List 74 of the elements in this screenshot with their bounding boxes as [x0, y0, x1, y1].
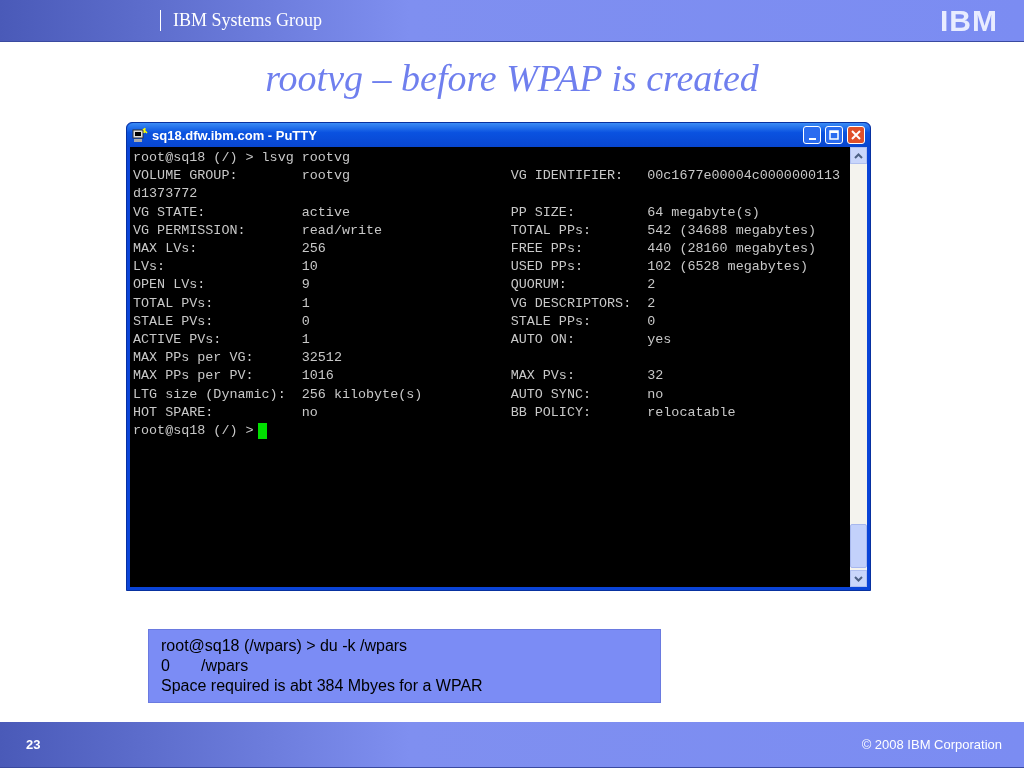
terminal-text: LVs: — [133, 258, 166, 277]
scroll-up-button[interactable] — [850, 147, 867, 164]
terminal-text: MAX PVs: — [510, 367, 575, 386]
terminal-text: no — [301, 403, 318, 422]
terminal-text: PP SIZE: — [510, 203, 575, 222]
note-line: root@sq18 (/wpars) > du -k /wpars — [161, 636, 409, 656]
terminal-text: TOTAL PPs: — [510, 221, 591, 240]
terminal-text: TOTAL PVs: — [133, 294, 214, 313]
terminal-text: 9 — [301, 276, 310, 295]
terminal-text: AUTO ON: — [510, 331, 575, 350]
terminal-text: 64 megabyte(s) — [647, 203, 760, 222]
terminal-text: 0 — [301, 312, 310, 331]
terminal-text: 1 — [301, 294, 310, 313]
close-button[interactable] — [847, 126, 865, 144]
terminal-text: 2 — [647, 294, 656, 313]
terminal-text: VG STATE: — [133, 203, 206, 222]
minimize-button[interactable] — [803, 126, 821, 144]
terminal-text: no — [647, 385, 664, 404]
terminal-line: root@sq18 (/) > — [133, 422, 254, 441]
close-icon — [851, 130, 861, 140]
terminal-text: VG DESCRIPTORS: — [510, 294, 632, 313]
terminal-text: rootvg — [301, 167, 350, 186]
note-line: Space required is abt 384 Mbyes for a WPAR — [161, 676, 484, 696]
terminal-text: OPEN LVs: — [133, 276, 206, 295]
terminal-icon — [132, 127, 148, 143]
terminal-text: 1016 — [301, 367, 334, 386]
terminal-text: MAX LVs: — [133, 240, 198, 258]
terminal-text: relocatable — [647, 403, 736, 422]
copyright: © 2008 IBM Corporation — [861, 737, 1002, 752]
terminal-text: VG IDENTIFIER: — [510, 167, 624, 186]
scroll-down-button[interactable] — [850, 570, 867, 587]
terminal-text: 32 — [647, 367, 664, 386]
terminal-line: root@sq18 (/) > lsvg rootvg — [133, 149, 350, 167]
scrollbar[interactable] — [850, 147, 867, 587]
terminal-text: active — [301, 203, 350, 222]
terminal-text: 256 kilobyte(s) — [301, 385, 423, 404]
terminal-text: 256 — [301, 240, 326, 258]
maximize-icon — [829, 130, 839, 140]
terminal-text: QUORUM: — [510, 276, 567, 295]
terminal-text: ACTIVE PVs: — [133, 331, 222, 350]
terminal-text: yes — [647, 331, 672, 350]
group-name: IBM Systems Group — [160, 10, 322, 31]
terminal-text: 0 — [647, 312, 656, 331]
window-title: sq18.dfw.ibm.com - PuTTY — [152, 127, 317, 143]
terminal-text: FREE PPs: — [510, 240, 583, 258]
chevron-down-icon — [854, 575, 863, 582]
terminal-text: USED PPs: — [510, 258, 583, 277]
terminal-text: 32512 — [301, 349, 342, 368]
terminal-text: 2 — [647, 276, 656, 295]
terminal-text: LTG size (Dynamic): — [133, 385, 286, 404]
terminal-text: 102 (6528 megabytes) — [647, 258, 808, 277]
terminal-text: 440 (28160 megabytes) — [647, 240, 816, 258]
scroll-thumb[interactable] — [850, 524, 867, 568]
terminal-text: 00c1677e00004c0000000113 — [647, 167, 841, 186]
terminal-line: d1373772 — [133, 185, 198, 204]
maximize-button[interactable] — [825, 126, 843, 144]
terminal-text: MAX PPs per VG: — [133, 349, 254, 368]
terminal-text: MAX PPs per PV: — [133, 367, 254, 386]
slide-title: rootvg – before WPAP is created — [264, 56, 760, 100]
minimize-icon — [808, 138, 816, 140]
terminal-text: read/write — [301, 221, 383, 240]
terminal-text: HOT SPARE: — [133, 403, 214, 422]
terminal-text: VOLUME GROUP: — [133, 167, 238, 186]
terminal-text: AUTO SYNC: — [510, 385, 591, 404]
terminal-text: VG PERMISSION: — [133, 221, 246, 240]
terminal-text: 1 — [301, 331, 310, 350]
chevron-up-icon — [854, 152, 863, 159]
terminal-text: 10 — [301, 258, 318, 277]
page-number: 23 — [26, 737, 41, 752]
terminal-text: STALE PPs: — [510, 312, 591, 331]
note-line: 0 /wpars — [161, 656, 250, 676]
terminal-text: STALE PVs: — [133, 312, 214, 331]
terminal-text: 542 (34688 megabytes) — [647, 221, 816, 240]
terminal-text: BB POLICY: — [510, 403, 591, 422]
